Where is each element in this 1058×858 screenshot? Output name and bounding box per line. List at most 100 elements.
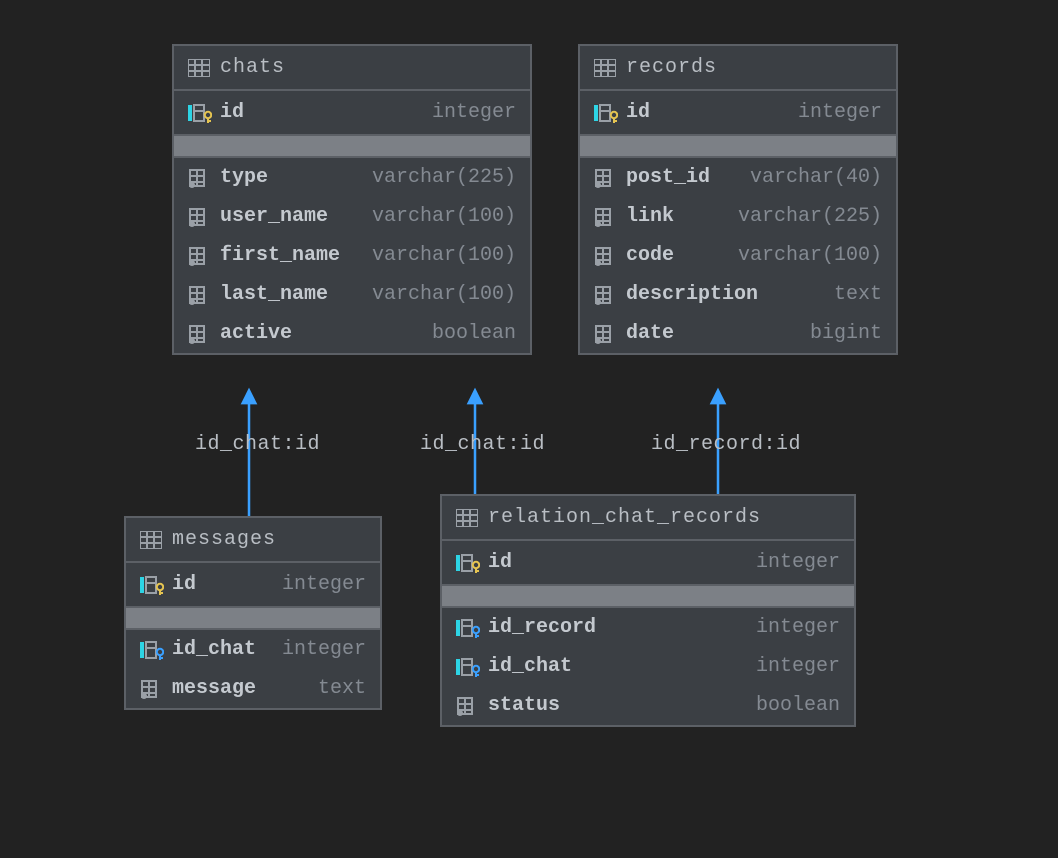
- column-icon: [188, 168, 212, 188]
- column-row[interactable]: type varchar(225): [174, 158, 530, 197]
- relation-label: id_record:id: [651, 433, 801, 456]
- column-row[interactable]: post_idvarchar(40): [580, 158, 896, 197]
- primary-key-icon: [140, 575, 164, 595]
- column-type: integer: [282, 573, 366, 596]
- column-name: description: [626, 283, 758, 306]
- table-header: relation_chat_records: [442, 496, 854, 541]
- foreign-key-icon: [456, 657, 480, 677]
- column-name: type: [220, 166, 268, 189]
- column-row[interactable]: id_chat integer: [442, 647, 854, 686]
- column-list: typevarchar(225)user_namevarchar(100)fir…: [174, 158, 530, 353]
- primary-key-icon: [456, 553, 480, 573]
- table-records[interactable]: records id integer post_idvarchar(40)lin…: [578, 44, 898, 355]
- foreign-key-icon: [456, 618, 480, 638]
- column-list: post_idvarchar(40)link varchar(225) code va…: [580, 158, 896, 353]
- column-row[interactable]: message text: [126, 669, 380, 708]
- column-name: user_name: [220, 205, 328, 228]
- primary-key-icon: [594, 103, 618, 123]
- column-type: varchar(100): [372, 205, 516, 228]
- primary-key-row[interactable]: id integer: [126, 563, 380, 608]
- column-row[interactable]: date bigint: [580, 314, 896, 353]
- column-type: text: [318, 677, 366, 700]
- table-header: messages: [126, 518, 380, 563]
- column-name: id_chat: [172, 638, 256, 661]
- foreign-key-icon: [140, 640, 164, 660]
- table-relation-chat-records[interactable]: relation_chat_records id integer id_reco…: [440, 494, 856, 727]
- table-icon: [188, 59, 210, 77]
- table-header: records: [580, 46, 896, 91]
- column-type: varchar(100): [738, 244, 882, 267]
- column-icon: [188, 246, 212, 266]
- column-type: text: [834, 283, 882, 306]
- column-type: varchar(40): [750, 166, 882, 189]
- erd-canvas: chats id integer type varchar(225) user_na…: [0, 0, 1058, 858]
- column-name: active: [220, 322, 292, 345]
- column-name: id: [220, 101, 244, 124]
- column-row[interactable]: code varchar(100): [580, 236, 896, 275]
- column-icon: [594, 324, 618, 344]
- primary-key-row[interactable]: id integer: [580, 91, 896, 136]
- column-icon: [188, 207, 212, 227]
- column-type: varchar(225): [738, 205, 882, 228]
- column-type: integer: [756, 551, 840, 574]
- column-type: integer: [798, 101, 882, 124]
- column-icon: [140, 679, 164, 699]
- column-type: varchar(225): [372, 166, 516, 189]
- table-title: relation_chat_records: [488, 506, 761, 529]
- column-type: bigint: [810, 322, 882, 345]
- column-icon: [456, 696, 480, 716]
- column-row[interactable]: active boolean: [174, 314, 530, 353]
- primary-key-row[interactable]: id integer: [442, 541, 854, 586]
- table-title: records: [626, 56, 717, 79]
- column-name: id: [172, 573, 196, 596]
- column-row[interactable]: description text: [580, 275, 896, 314]
- table-title: chats: [220, 56, 285, 79]
- primary-key-icon: [188, 103, 212, 123]
- column-icon: [594, 285, 618, 305]
- table-header: chats: [174, 46, 530, 91]
- table-divider: [126, 608, 380, 630]
- column-name: id_chat: [488, 655, 572, 678]
- column-type: varchar(100): [372, 244, 516, 267]
- column-icon: [594, 207, 618, 227]
- column-type: integer: [432, 101, 516, 124]
- table-icon: [456, 509, 478, 527]
- column-icon: [594, 168, 618, 188]
- table-divider: [580, 136, 896, 158]
- table-icon: [140, 531, 162, 549]
- column-name: first_name: [220, 244, 340, 267]
- table-title: messages: [172, 528, 276, 551]
- column-icon: [188, 285, 212, 305]
- column-row[interactable]: id_chat integer: [126, 630, 380, 669]
- column-row[interactable]: last_namevarchar(100): [174, 275, 530, 314]
- table-icon: [594, 59, 616, 77]
- column-type: boolean: [756, 694, 840, 717]
- column-name: id: [488, 551, 512, 574]
- column-name: message: [172, 677, 256, 700]
- column-type: boolean: [432, 322, 516, 345]
- column-type: integer: [756, 616, 840, 639]
- column-type: varchar(100): [372, 283, 516, 306]
- column-list: id_chat integer message text: [126, 630, 380, 708]
- column-name: id_record: [488, 616, 596, 639]
- column-row[interactable]: first_name varchar(100): [174, 236, 530, 275]
- column-name: id: [626, 101, 650, 124]
- column-type: integer: [756, 655, 840, 678]
- table-chats[interactable]: chats id integer type varchar(225) user_na…: [172, 44, 532, 355]
- relation-label: id_chat:id: [420, 433, 545, 456]
- column-row[interactable]: user_name varchar(100): [174, 197, 530, 236]
- table-messages[interactable]: messages id integer id_chat integer messag…: [124, 516, 382, 710]
- table-divider: [174, 136, 530, 158]
- column-name: code: [626, 244, 674, 267]
- relation-label: id_chat:id: [195, 433, 320, 456]
- column-name: link: [626, 205, 674, 228]
- column-list: id_recordintegerid_chatintegerstatusbool…: [442, 608, 854, 725]
- primary-key-row[interactable]: id integer: [174, 91, 530, 136]
- column-name: date: [626, 322, 674, 345]
- column-name: status: [488, 694, 560, 717]
- column-row[interactable]: link varchar(225): [580, 197, 896, 236]
- column-icon: [188, 324, 212, 344]
- column-row[interactable]: id_record integer: [442, 608, 854, 647]
- column-row[interactable]: status boolean: [442, 686, 854, 725]
- column-type: integer: [282, 638, 366, 661]
